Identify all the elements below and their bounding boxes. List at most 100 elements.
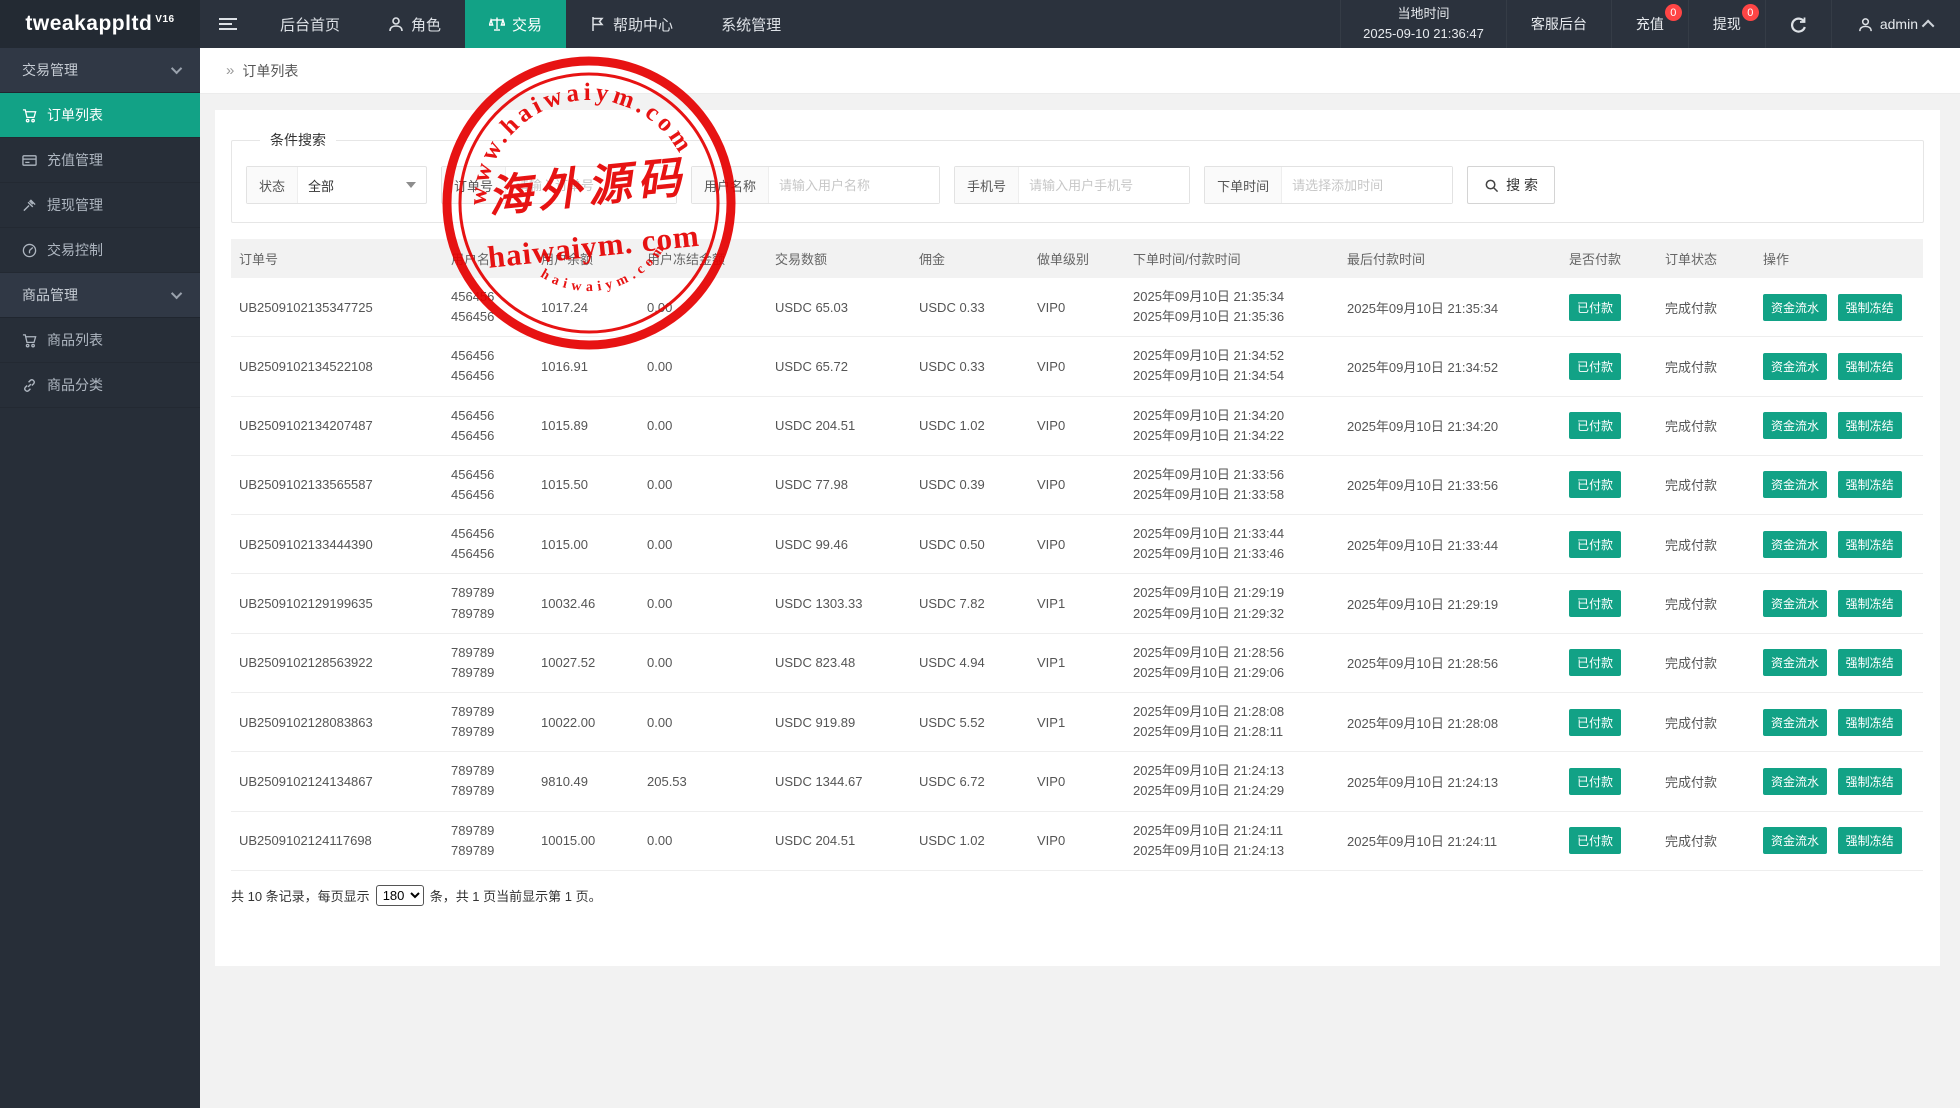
order-no-input[interactable] xyxy=(506,167,676,203)
username-line1: 456456 xyxy=(451,287,525,307)
fund-flow-button[interactable]: 资金流水 xyxy=(1763,709,1827,736)
cell-commission: USDC 6.72 xyxy=(911,752,1029,811)
force-freeze-button[interactable]: 强制冻结 xyxy=(1838,412,1902,439)
fund-flow-button[interactable]: 资金流水 xyxy=(1763,353,1827,380)
cell-level: VIP0 xyxy=(1029,396,1125,455)
cell-order-no: UB2509102134207487 xyxy=(231,396,443,455)
order-time: 2025年09月10日 21:34:20 xyxy=(1133,406,1331,426)
cell-actions: 资金流水 强制冻结 xyxy=(1755,396,1923,455)
nav-roles-label: 角色 xyxy=(411,14,441,35)
sidebar-group-trade-management[interactable]: 交易管理 xyxy=(0,48,200,93)
app-logo-text: tweakappltd xyxy=(25,12,152,36)
user-menu[interactable]: admin xyxy=(1831,0,1960,48)
sidebar-group-product-management[interactable]: 商品管理 xyxy=(0,273,200,318)
fund-flow-button[interactable]: 资金流水 xyxy=(1763,531,1827,558)
hamburger-icon xyxy=(219,17,237,31)
sidebar-item-recharge-management[interactable]: 充值管理 xyxy=(0,138,200,183)
cell-level: VIP1 xyxy=(1029,692,1125,751)
col-status: 订单状态 xyxy=(1657,239,1755,278)
order-time-input[interactable] xyxy=(1282,167,1452,203)
force-freeze-button[interactable]: 强制冻结 xyxy=(1838,294,1902,321)
cell-status: 完成付款 xyxy=(1657,692,1755,751)
cell-frozen: 205.53 xyxy=(639,752,767,811)
fund-flow-button[interactable]: 资金流水 xyxy=(1763,294,1827,321)
nav-system-label: 系统管理 xyxy=(721,14,781,35)
cell-paid: 已付款 xyxy=(1561,752,1657,811)
nav-help-center[interactable]: 帮助中心 xyxy=(566,0,697,48)
cell-paid: 已付款 xyxy=(1561,811,1657,870)
cell-order-no: UB2509102133444390 xyxy=(231,515,443,574)
cell-order-no: UB2509102133565587 xyxy=(231,455,443,514)
nav-system[interactable]: 系统管理 xyxy=(697,0,805,48)
sidebar-item-trade-control[interactable]: 交易控制 xyxy=(0,228,200,273)
force-freeze-button[interactable]: 强制冻结 xyxy=(1838,590,1902,617)
cell-order-no: UB2509102135347725 xyxy=(231,278,443,337)
cell-username: 789789 789789 xyxy=(443,811,533,870)
force-freeze-button[interactable]: 强制冻结 xyxy=(1838,768,1902,795)
cell-last-pay-time: 2025年09月10日 21:24:13 xyxy=(1339,752,1561,811)
cell-paid: 已付款 xyxy=(1561,455,1657,514)
sidebar-item-order-list[interactable]: 订单列表 xyxy=(0,93,200,138)
cell-frozen: 0.00 xyxy=(639,633,767,692)
cell-order-pay-time: 2025年09月10日 21:35:34 2025年09月10日 21:35:3… xyxy=(1125,278,1339,337)
nav-roles[interactable]: 角色 xyxy=(364,0,465,48)
status-select[interactable]: 全部 xyxy=(298,167,426,203)
cell-level: VIP0 xyxy=(1029,811,1125,870)
cell-last-pay-time: 2025年09月10日 21:28:08 xyxy=(1339,692,1561,751)
pay-time: 2025年09月10日 21:28:11 xyxy=(1133,722,1331,742)
cell-order-no: UB2509102129199635 xyxy=(231,574,443,633)
cell-level: VIP1 xyxy=(1029,633,1125,692)
cell-amount: USDC 204.51 xyxy=(767,811,911,870)
cell-username: 789789 789789 xyxy=(443,752,533,811)
paid-badge: 已付款 xyxy=(1569,412,1621,439)
cell-paid: 已付款 xyxy=(1561,692,1657,751)
order-no-label: 订单号 xyxy=(442,167,506,203)
col-order-no: 订单号 xyxy=(231,239,443,278)
fund-flow-button[interactable]: 资金流水 xyxy=(1763,827,1827,854)
nav-home[interactable]: 后台首页 xyxy=(256,0,364,48)
nav-trade[interactable]: 交易 xyxy=(465,0,566,48)
page-size-select[interactable]: 180 xyxy=(376,885,424,906)
cell-balance: 1016.91 xyxy=(533,337,639,396)
force-freeze-button[interactable]: 强制冻结 xyxy=(1838,709,1902,736)
fund-flow-button[interactable]: 资金流水 xyxy=(1763,649,1827,676)
fund-flow-button[interactable]: 资金流水 xyxy=(1763,412,1827,439)
username-line2: 789789 xyxy=(451,841,525,861)
refresh-icon xyxy=(1790,16,1807,33)
refresh-button[interactable] xyxy=(1765,0,1831,48)
cell-status: 完成付款 xyxy=(1657,515,1755,574)
force-freeze-button[interactable]: 强制冻结 xyxy=(1838,827,1902,854)
gavel-icon xyxy=(22,198,37,213)
username-line1: 456456 xyxy=(451,346,525,366)
service-backend-link[interactable]: 客服后台 xyxy=(1506,0,1611,48)
orders-table: 订单号 用户名 用户余额 用户冻结金额 交易数额 佣金 做单级别 下单时间/付款… xyxy=(231,239,1923,871)
fund-flow-button[interactable]: 资金流水 xyxy=(1763,768,1827,795)
person-icon xyxy=(388,16,404,32)
cell-order-pay-time: 2025年09月10日 21:28:08 2025年09月10日 21:28:1… xyxy=(1125,692,1339,751)
force-freeze-button[interactable]: 强制冻结 xyxy=(1838,531,1902,558)
phone-input[interactable] xyxy=(1019,167,1189,203)
recharge-link[interactable]: 充值 0 xyxy=(1611,0,1688,48)
force-freeze-button[interactable]: 强制冻结 xyxy=(1838,471,1902,498)
username-line2: 456456 xyxy=(451,485,525,505)
withdraw-link[interactable]: 提现 0 xyxy=(1688,0,1765,48)
sidebar-item-product-category[interactable]: 商品分类 xyxy=(0,363,200,408)
order-list-card: 条件搜索 状态 全部 订单号 用户名称 手机号 下单 xyxy=(215,110,1940,966)
fund-flow-button[interactable]: 资金流水 xyxy=(1763,471,1827,498)
username-input[interactable] xyxy=(769,167,939,203)
cell-order-pay-time: 2025年09月10日 21:29:19 2025年09月10日 21:29:3… xyxy=(1125,574,1339,633)
cell-amount: USDC 204.51 xyxy=(767,396,911,455)
service-backend-label: 客服后台 xyxy=(1531,14,1587,34)
force-freeze-button[interactable]: 强制冻结 xyxy=(1838,649,1902,676)
sidebar-item-withdraw-management[interactable]: 提现管理 xyxy=(0,183,200,228)
search-button[interactable]: 搜 索 xyxy=(1467,166,1555,204)
pay-time: 2025年09月10日 21:24:29 xyxy=(1133,781,1331,801)
flag-icon xyxy=(590,16,606,32)
force-freeze-button[interactable]: 强制冻结 xyxy=(1838,353,1902,380)
menu-toggle-button[interactable] xyxy=(200,0,256,48)
cell-actions: 资金流水 强制冻结 xyxy=(1755,574,1923,633)
pay-time: 2025年09月10日 21:35:36 xyxy=(1133,307,1331,327)
fund-flow-button[interactable]: 资金流水 xyxy=(1763,590,1827,617)
username-line2: 789789 xyxy=(451,663,525,683)
sidebar-item-product-list[interactable]: 商品列表 xyxy=(0,318,200,363)
